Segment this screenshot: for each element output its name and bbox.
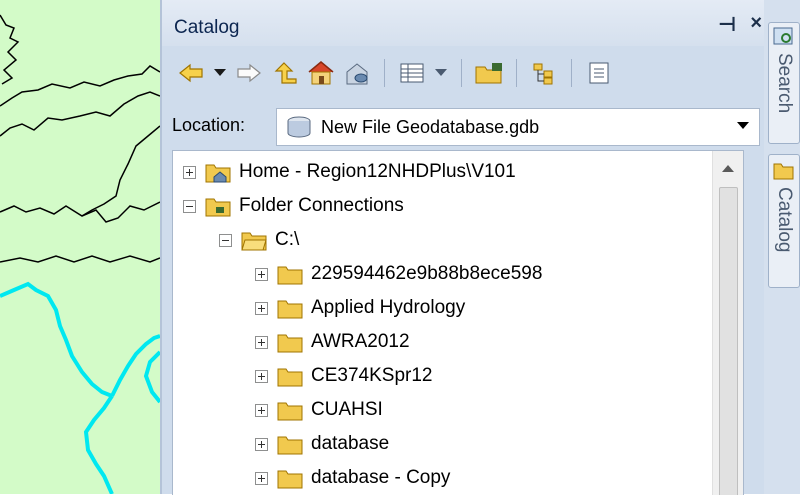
tree-view-icon[interactable] [529,58,559,88]
collapse-icon[interactable] [183,199,196,213]
back-arrow-icon[interactable] [176,58,206,88]
tree-item-folder[interactable]: database - Copy [255,461,450,495]
side-dock: Search Catalog [764,0,800,494]
tree-item-folder[interactable]: CE374KSpr12 [255,359,432,393]
tree-item-label: CE374KSpr12 [311,365,433,386]
expand-icon[interactable] [255,471,268,485]
toggle-contents-icon[interactable] [342,58,372,88]
folder-icon [277,470,303,489]
connect-folder-icon[interactable] [474,58,504,88]
tree-item-drive-c[interactable]: C:\ [219,223,299,257]
location-value: New File Geodatabase.gdb [321,116,540,137]
dropdown-arrow-icon[interactable] [212,58,228,88]
tree-item-label: Home - Region12NHDPlus\V101 [239,161,516,182]
location-combobox[interactable]: New File Geodatabase.gdb [276,108,760,146]
expand-icon[interactable] [255,301,268,315]
up-one-level-icon[interactable] [270,58,300,88]
catalog-toolbar [176,54,706,92]
location-row: Location: New File Geodatabase.gdb [162,102,766,148]
folder-connections-icon [205,198,231,217]
geodatabase-icon [287,116,311,138]
views-icon[interactable] [397,58,427,88]
forward-arrow-icon[interactable] [234,58,264,88]
location-dropdown-icon[interactable] [737,122,749,130]
tab-search-label: Search [774,53,795,114]
tree-item-home[interactable]: Home - Region12NHDPlus\V101 [183,155,516,189]
tree-item-folder[interactable]: 229594462e9b88b8ece598 [255,257,542,291]
close-icon[interactable]: × [750,12,762,37]
home-icon[interactable] [306,58,336,88]
views-dropdown-icon[interactable] [433,58,449,88]
tree-item-folder[interactable]: database [255,427,389,461]
map-canvas [0,14,160,494]
expand-icon[interactable] [255,437,268,451]
tree-item-label: database - Copy [311,467,451,488]
catalog-window: Catalog ⊣ × Location: New File Geodataba… [160,0,766,495]
scroll-up-icon[interactable] [722,165,734,173]
collapse-icon[interactable] [219,233,232,247]
scroll-thumb[interactable] [719,187,738,495]
expand-icon[interactable] [255,335,268,349]
expand-icon[interactable] [255,369,268,383]
pin-icon[interactable]: ⊣ [718,12,736,37]
folder-icon [277,368,303,387]
catalog-titlebar: Catalog ⊣ × [162,0,766,46]
catalog-window-icon [773,163,794,180]
tab-search[interactable]: Search [768,22,800,144]
vertical-scrollbar[interactable] [712,151,743,495]
folder-icon [277,402,303,421]
tab-catalog-label: Catalog [774,187,795,253]
tab-catalog[interactable]: Catalog [768,154,800,288]
catalog-title: Catalog [174,17,240,38]
tree-item-label: AWRA2012 [311,331,410,352]
folder-icon [277,300,303,319]
tree-item-folder[interactable]: CUAHSI [255,393,383,427]
tree-item-label: CUAHSI [311,399,383,420]
tree-item-folder[interactable]: AWRA2012 [255,325,410,359]
open-folder-icon [241,232,267,251]
tree-item-label: Applied Hydrology [311,297,466,318]
expand-icon[interactable] [183,165,196,179]
search-window-icon [773,27,793,45]
map-view[interactable] [0,0,160,494]
options-icon[interactable] [584,58,614,88]
tree-item-label: database [311,433,390,454]
tree-item-folder[interactable]: Applied Hydrology [255,291,465,325]
expand-icon[interactable] [255,267,268,281]
location-label: Location: [172,114,246,135]
catalog-tree[interactable]: Home - Region12NHDPlus\V101 Folder Conne… [172,150,744,495]
folder-icon [277,266,303,285]
tree-item-label: 229594462e9b88b8ece598 [311,263,543,284]
folder-icon [277,436,303,455]
folder-icon [277,334,303,353]
home-folder-icon [205,164,231,183]
tree-item-label: Folder Connections [239,195,404,216]
tree-item-label: C:\ [275,229,300,250]
expand-icon[interactable] [255,403,268,417]
tree-item-folder-connections[interactable]: Folder Connections [183,189,404,223]
